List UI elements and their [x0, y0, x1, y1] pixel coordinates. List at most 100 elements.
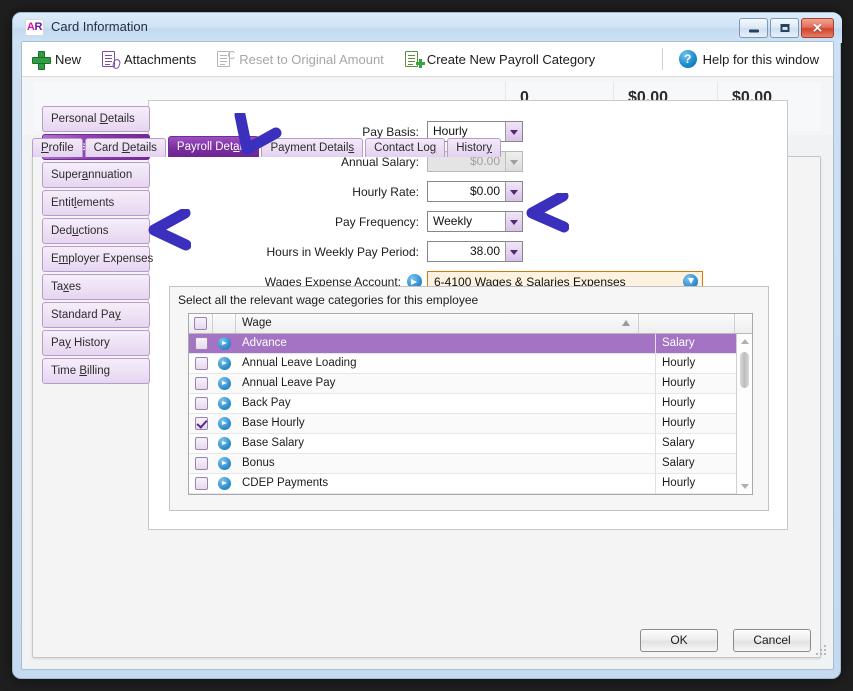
grid-header-checkbox-cell[interactable] — [189, 314, 213, 333]
tab-payroll-details[interactable]: Payroll Details — [168, 136, 260, 157]
row-arrow-cell[interactable] — [213, 477, 236, 490]
cancel-button[interactable]: Cancel — [733, 629, 811, 652]
row-checkbox-cell[interactable] — [189, 457, 213, 470]
table-row[interactable]: Base Salary Salary — [189, 434, 752, 454]
app-badge-a: A — [27, 21, 35, 33]
sort-ascending-icon — [622, 320, 630, 326]
row-checkbox-cell[interactable] — [189, 477, 213, 490]
row-checkbox[interactable] — [195, 417, 208, 430]
field-row-hourly-rate: Hourly Rate: $0.00 — [149, 179, 769, 204]
sidebar-item-superannuation[interactable]: Superannuation — [42, 162, 150, 188]
tab-contact-log[interactable]: Contact Log — [365, 138, 445, 157]
scroll-down-icon[interactable] — [737, 479, 752, 494]
row-drill-arrow-icon[interactable] — [218, 377, 231, 390]
row-checkbox-cell[interactable] — [189, 417, 213, 430]
row-arrow-cell[interactable] — [213, 377, 236, 390]
table-row[interactable]: Back Pay Hourly — [189, 394, 752, 414]
grid-header-wage[interactable]: Wage — [236, 314, 639, 333]
row-checkbox[interactable] — [195, 377, 208, 390]
card-information-window: AR Card Information ✕ New Attachments — [12, 12, 841, 679]
row-checkbox[interactable] — [195, 477, 208, 490]
scroll-up-icon[interactable] — [737, 334, 752, 349]
table-row[interactable]: Annual Leave Pay Hourly — [189, 374, 752, 394]
pay-frequency-label: Pay Frequency: — [149, 215, 427, 229]
row-drill-arrow-icon[interactable] — [218, 417, 231, 430]
field-row-hours-weekly: Hours in Weekly Pay Period: 38.00 — [149, 239, 769, 264]
tab-card-details[interactable]: Card Details — [85, 138, 166, 157]
maximize-button[interactable] — [770, 18, 799, 38]
grid-header-type[interactable] — [639, 314, 735, 333]
row-wage: Annual Leave Loading — [236, 354, 656, 374]
row-checkbox[interactable] — [195, 337, 208, 350]
chevron-down-icon[interactable] — [505, 212, 522, 231]
row-wage: Base Hourly — [236, 414, 656, 434]
pay-frequency-select[interactable]: Weekly — [427, 211, 523, 232]
tab-profile[interactable]: Profile — [32, 138, 83, 157]
table-row[interactable]: Annual Leave Loading Hourly — [189, 354, 752, 374]
row-checkbox[interactable] — [195, 457, 208, 470]
sidebar-item-time-billing[interactable]: Time Billing — [42, 358, 150, 384]
row-arrow-cell[interactable] — [213, 417, 236, 430]
grid-scrollbar[interactable] — [736, 334, 752, 494]
row-drill-arrow-icon[interactable] — [218, 337, 231, 350]
row-checkbox-cell[interactable] — [189, 397, 213, 410]
app-badge-icon: AR — [25, 19, 44, 36]
sidebar-item-taxes[interactable]: Taxes — [42, 274, 150, 300]
row-arrow-cell[interactable] — [213, 437, 236, 450]
sidebar-item-employer-expenses[interactable]: Employer Expenses — [42, 246, 150, 272]
table-row[interactable]: Base Hourly Hourly — [189, 414, 752, 434]
row-checkbox-cell[interactable] — [189, 357, 213, 370]
close-button[interactable]: ✕ — [801, 18, 834, 38]
reset-icon — [216, 51, 233, 68]
ok-button[interactable]: OK — [640, 629, 718, 652]
table-row[interactable]: Bonus Salary — [189, 454, 752, 474]
new-category-icon — [404, 51, 421, 68]
attachments-button[interactable]: Attachments — [91, 46, 206, 72]
create-new-payroll-category-button[interactable]: Create New Payroll Category — [394, 46, 605, 72]
hours-weekly-input[interactable]: 38.00 — [427, 241, 523, 262]
minimize-button[interactable] — [739, 18, 768, 38]
row-checkbox-cell[interactable] — [189, 377, 213, 390]
select-all-checkbox[interactable] — [194, 317, 207, 330]
row-checkbox[interactable] — [195, 397, 208, 410]
sidebar-item-entitlements[interactable]: Entitlements — [42, 190, 150, 216]
new-button[interactable]: New — [22, 46, 91, 72]
row-arrow-cell[interactable] — [213, 457, 236, 470]
row-arrow-cell[interactable] — [213, 357, 236, 370]
help-label: Help for this window — [703, 52, 819, 67]
sidebar-item-deductions[interactable]: Deductions — [42, 218, 150, 244]
reset-to-original-amount-button[interactable]: Reset to Original Amount — [206, 46, 394, 72]
row-arrow-cell[interactable] — [213, 397, 236, 410]
table-row[interactable]: CDEP Payments Hourly — [189, 474, 752, 494]
row-checkbox[interactable] — [195, 357, 208, 370]
row-drill-arrow-icon[interactable] — [218, 357, 231, 370]
hourly-rate-input[interactable]: $0.00 — [427, 181, 523, 202]
row-drill-arrow-icon[interactable] — [218, 397, 231, 410]
table-row[interactable]: Advance Salary — [189, 334, 752, 354]
plus-icon — [32, 51, 49, 68]
sidebar-item-standard-pay[interactable]: Standard Pay — [42, 302, 150, 328]
help-button[interactable]: ? Help for this window — [669, 46, 833, 72]
window-body: New Attachments Reset to Original Amount… — [21, 41, 834, 670]
minimize-icon — [749, 30, 759, 33]
scrollbar-thumb[interactable] — [740, 352, 749, 388]
row-checkbox-cell[interactable] — [189, 437, 213, 450]
row-drill-arrow-icon[interactable] — [218, 457, 231, 470]
tab-payment-details[interactable]: Payment Details — [261, 138, 363, 157]
grid-header-row: Wage — [189, 314, 752, 334]
wages-content-card: Pay Basis: Hourly Annual Salary: $0.00 — [148, 100, 788, 530]
sidebar-item-pay-history[interactable]: Pay History — [42, 330, 150, 356]
tab-history[interactable]: History — [447, 138, 501, 157]
row-drill-arrow-icon[interactable] — [218, 477, 231, 490]
grid-header-arrow-cell — [213, 314, 236, 333]
row-checkbox[interactable] — [195, 437, 208, 450]
row-drill-arrow-icon[interactable] — [218, 437, 231, 450]
chevron-down-icon[interactable] — [505, 182, 522, 201]
row-arrow-cell[interactable] — [213, 337, 236, 350]
chevron-down-icon[interactable] — [505, 242, 522, 261]
sidebar-item-personal-details[interactable]: Personal Details — [42, 106, 150, 132]
resize-grip[interactable] — [816, 645, 828, 657]
chevron-down-icon[interactable] — [505, 122, 522, 141]
attachments-label: Attachments — [124, 52, 196, 67]
row-checkbox-cell[interactable] — [189, 337, 213, 350]
